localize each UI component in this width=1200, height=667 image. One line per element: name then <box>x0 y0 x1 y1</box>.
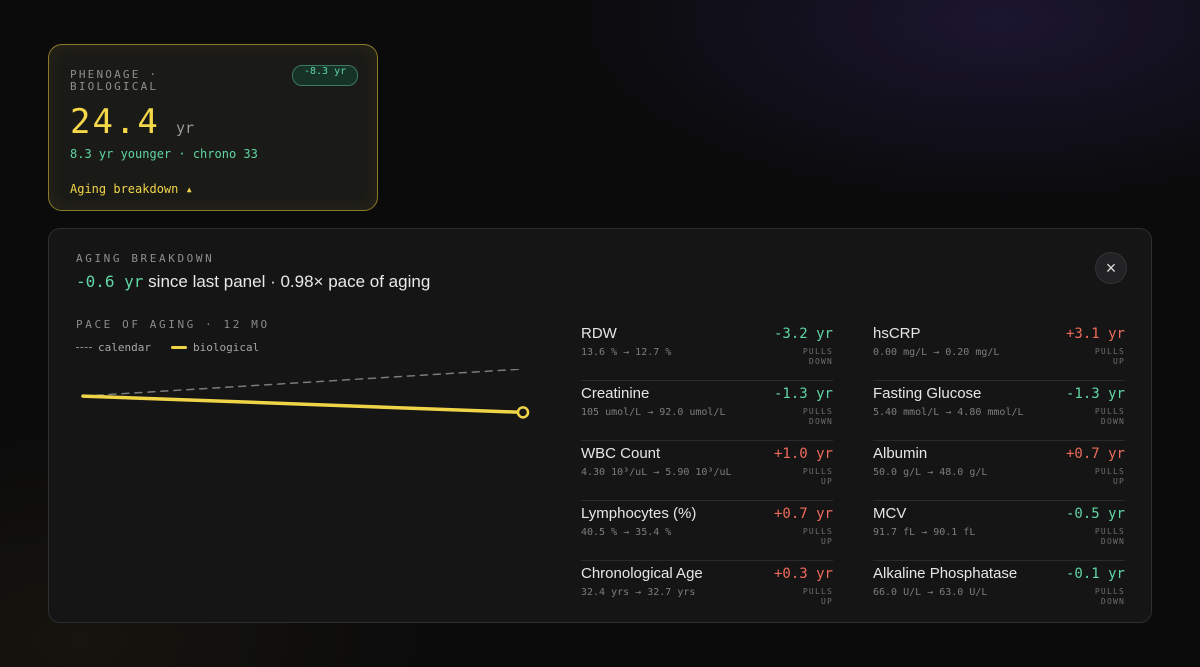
biomarker-name: hsCRP <box>873 325 921 342</box>
biomarker-delta: +0.7 yr <box>773 506 833 522</box>
younger-summary: 8.3 yr younger · chrono 33 <box>70 147 258 161</box>
close-icon: × <box>1105 257 1117 278</box>
biomarker-delta: +0.7 yr <box>1065 446 1125 462</box>
biomarker-name: Fasting Glucose <box>873 385 982 402</box>
biomarker-row: Alkaline Phosphatase 66.0 U/L → 63.0 U/L -… <box>873 561 1125 621</box>
legend-biological-swatch <box>170 346 187 349</box>
biomarker-delta: -0.1 yr <box>1065 566 1125 582</box>
aging-breakdown-toggle[interactable]: Aging breakdown ▴ <box>70 182 193 196</box>
biomarker-list-right: hsCRP 0.00 mg/L → 0.20 mg/L +3.1 yr PULLS U… <box>873 321 1125 621</box>
biomarker-delta: +3.1 yr <box>1065 326 1125 342</box>
biomarker-row: Fasting Glucose 5.40 mmol/L → 4.80 mmol/L… <box>873 381 1125 441</box>
panel-summary: -0.6 yr since last panel · 0.98× pace of… <box>76 272 430 292</box>
legend-calendar-label: calendar <box>98 341 151 354</box>
pace-of-aging-label: PACE OF AGING · 12 MO <box>76 318 270 331</box>
biomarker-effect: PULLS UP <box>1094 467 1125 486</box>
biomarker-row: MCV 91.7 fL → 90.1 fL -0.5 yr PULLS DOWN <box>873 501 1125 561</box>
biomarker-effect: PULLS DOWN <box>1094 587 1125 606</box>
biomarker-name: WBC Count <box>581 445 661 462</box>
biomarker-delta: -1.3 yr <box>773 386 833 402</box>
biomarker-row: WBC Count 4.30 10³/uL → 5.90 10³/uL +1.0 y… <box>581 441 833 501</box>
biomarker-delta: -3.2 yr <box>773 326 833 342</box>
phenoage-label: PHENOAGE · BIOLOGICAL <box>70 68 159 93</box>
biomarker-effect: PULLS UP <box>802 467 833 486</box>
biomarker-row: RDW 13.6 % → 12.7 % -3.2 yr PULLS DOWN <box>581 321 833 381</box>
chart-legend: calendar biological <box>76 341 259 354</box>
biological-endpoint-marker <box>516 406 530 419</box>
biomarker-delta: -0.5 yr <box>1065 506 1125 522</box>
biomarker-delta: +0.3 yr <box>773 566 833 582</box>
biomarker-effect: PULLS UP <box>802 527 833 546</box>
biomarker-effect: PULLS UP <box>1094 347 1125 366</box>
biomarker-name: Lymphocytes (%) <box>581 505 697 522</box>
biomarker-effect: PULLS DOWN <box>1094 407 1125 426</box>
biomarker-effect: PULLS DOWN <box>802 347 833 366</box>
biomarker-range: 5.40 mmol/L → 4.80 mmol/L <box>873 407 1024 418</box>
biomarker-range: 4.30 10³/uL → 5.90 10³/uL <box>581 467 732 478</box>
biomarker-range: 0.00 mg/L → 0.20 mg/L <box>873 347 1000 358</box>
biomarker-range: 40.5 % → 35.4 % <box>581 527 672 538</box>
calendar-series-line <box>82 369 524 397</box>
biomarker-delta: +1.0 yr <box>773 446 833 462</box>
biomarker-range: 32.4 yrs → 32.7 yrs <box>581 587 696 598</box>
biomarker-range: 66.0 U/L → 63.0 U/L <box>873 587 988 598</box>
aging-breakdown-panel: AGING BREAKDOWN -0.6 yr since last panel… <box>48 228 1152 623</box>
biomarker-name: Creatinine <box>581 385 650 402</box>
biomarker-effect: PULLS UP <box>802 587 833 606</box>
biomarker-delta: -1.3 yr <box>1065 386 1125 402</box>
pace-of-aging-chart <box>81 369 530 419</box>
legend-calendar-swatch <box>76 347 92 348</box>
biomarker-range: 50.0 g/L → 48.0 g/L <box>873 467 988 478</box>
biomarker-row: Lymphocytes (%) 40.5 % → 35.4 % +0.7 yr PUL… <box>581 501 833 561</box>
legend-biological-label: biological <box>192 341 260 354</box>
biomarker-range: 91.7 fL → 90.1 fL <box>873 527 976 538</box>
panel-label: AGING BREAKDOWN <box>76 252 215 265</box>
biomarker-range: 13.6 % → 12.7 % <box>581 347 672 358</box>
phenoage-card: PHENOAGE · BIOLOGICAL -8.3 yr 24.4 yr 8.… <box>48 44 378 211</box>
close-button[interactable]: × <box>1095 252 1127 284</box>
biological-age-unit: yr <box>176 119 195 137</box>
summary-text: since last panel · 0.98× pace of aging <box>143 272 431 291</box>
biomarker-row: hsCRP 0.00 mg/L → 0.20 mg/L +3.1 yr PULLS U… <box>873 321 1125 381</box>
biomarker-name: RDW <box>581 325 617 342</box>
biomarker-effect: PULLS DOWN <box>802 407 833 426</box>
biomarker-name: Albumin <box>873 445 928 462</box>
biological-age-value: 24.4 <box>70 102 160 142</box>
biomarker-list-left: RDW 13.6 % → 12.7 % -3.2 yr PULLS DOWN Creat… <box>581 321 833 621</box>
biomarker-name: Alkaline Phosphatase <box>873 565 1018 582</box>
biomarker-range: 105 umol/L → 92.0 umol/L <box>581 407 726 418</box>
legend-biological: biological <box>170 341 260 354</box>
biomarker-row: Creatinine 105 umol/L → 92.0 umol/L -1.3 y… <box>581 381 833 441</box>
biomarker-name: MCV <box>873 505 907 522</box>
legend-calendar: calendar <box>76 341 151 354</box>
biomarker-name: Chronological Age <box>581 565 703 582</box>
biomarker-row: Chronological Age 32.4 yrs → 32.7 yrs +0.3… <box>581 561 833 621</box>
biomarker-row: Albumin 50.0 g/L → 48.0 g/L +0.7 yr PULLS U… <box>873 441 1125 501</box>
age-delta-badge: -8.3 yr <box>292 65 358 86</box>
biomarker-effect: PULLS DOWN <box>1094 527 1125 546</box>
biological-series-line <box>81 394 525 415</box>
summary-delta: -0.6 yr <box>76 272 144 291</box>
